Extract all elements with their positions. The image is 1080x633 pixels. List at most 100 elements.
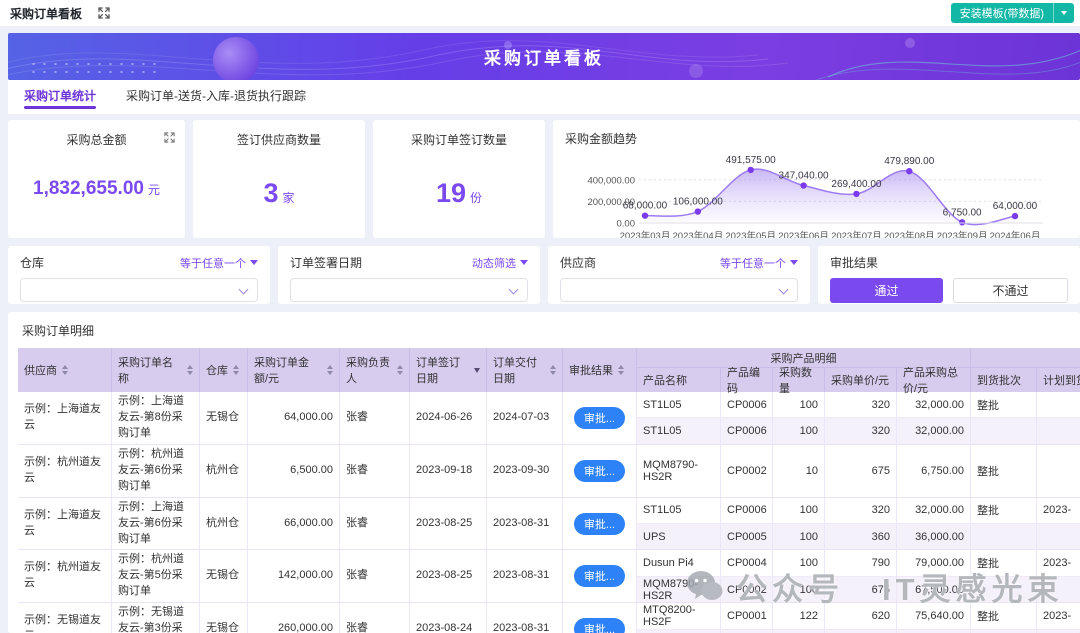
order-sign-date-select[interactable] [290,278,528,302]
purchase-amount-trend-chart: 0.00200,000.00400,000.0068,000.002023年03… [553,147,1072,238]
filter-mode-dropdown[interactable]: 动态筛选 [472,255,528,271]
filter-approval-result: 审批结果 通过 不通过 [818,246,1080,304]
col-purchase-owner-header: 采购负责人 [340,348,410,392]
col-purchase-qty-cell: 100 [773,392,825,417]
filters-row: 仓库 等于任意一个 订单签署日期 动态筛选 供应商 等于任意一个 审批结果 [8,246,1080,304]
table-row: 示例：上海道友云示例：上海道友云-第8份采购订单无锡仓64,000.00张睿20… [18,392,1080,445]
filter-mode-dropdown[interactable]: 等于任意一个 [180,255,258,271]
chevron-down-icon [1061,11,1067,15]
col-product-total-price-cell: 32,000.00 [897,498,971,523]
tab-execution-tracking[interactable]: 采购订单-送货-入库-退货执行跟踪 [126,87,306,114]
chevron-down-icon [239,285,249,295]
chevron-down-icon [520,260,528,265]
col-arrival-batch-cell: 整批 [971,550,1037,575]
sign-date-cell: 2023-09-18 [410,445,487,497]
col-product-total-price-cell: 75,640.00 [897,603,971,628]
install-dropdown-toggle[interactable] [1054,11,1074,15]
owner-cell: 张睿 [340,550,410,602]
sort-up-arrow [397,365,403,369]
sort-down-arrow [474,368,480,373]
approve-button[interactable]: 审批... [574,565,625,587]
chevron-down-icon [250,260,258,265]
approve-button[interactable]: 审批... [574,460,625,482]
filter-mode-dropdown[interactable]: 等于任意一个 [720,255,798,271]
col-product-name-cell: ST1L05 [637,392,721,417]
tab-order-stats[interactable]: 采购订单统计 [24,87,96,114]
col-planned-arrival-date-cell [1037,577,1080,602]
svg-text:269,400.00: 269,400.00 [831,179,881,190]
col-product-code-cell: CP0006 [721,498,773,523]
expand-icon[interactable] [98,7,110,19]
sort-icon[interactable] [187,365,193,375]
window-title: 采购订单看板 [10,5,82,22]
order-name-cell: 示例：无锡道友云-第3份采购订单 [112,603,200,633]
col-product-name-cell: MQM8790-HS2R [637,445,721,497]
filter-supplier: 供应商 等于任意一个 [548,246,810,304]
col-unit-price-cell: 360 [825,524,897,549]
table-header: 供应商采购订单名称仓库采购订单金额/元采购负责人订单签订日期订单交付日期审批结果… [18,348,1080,392]
sort-icon[interactable] [397,365,403,375]
supplier-cell: 示例：杭州道友云 [18,445,112,497]
filter-label: 仓库 [20,254,44,271]
col-purchase-qty-cell: 253 [773,630,825,633]
sort-icon[interactable] [550,365,556,375]
owner-cell: 张睿 [340,603,410,633]
col-planned-arrival-date-cell [1037,524,1080,549]
col-planned-arrival-date-header: 计划到货日期 [1037,368,1080,392]
product-row: Dusun Pi4CP000410079079,000.00整批2023- [637,550,1080,575]
supplier-select[interactable] [560,278,798,302]
stat-card-total-amount: 采购总金额 1,832,655.00元 [8,120,185,238]
sort-icon[interactable] [327,365,333,375]
owner-cell: 张睿 [340,445,410,497]
sort-down-arrow [618,371,624,375]
table-row: 示例：无锡道友云示例：无锡道友云-第3份采购订单无锡仓260,000.00张睿2… [18,603,1080,633]
warehouse-cell: 无锡仓 [200,550,248,602]
product-rows: MQM8790-HS2RCP0002106756,750.00整批 [637,445,1080,497]
col-product-code-cell: CP0002 [721,577,773,602]
col-unit-price-cell: 320 [825,392,897,417]
approval-fail-button[interactable]: 不通过 [953,278,1068,303]
install-template-button[interactable]: 安装模板(带数据) [951,3,1074,23]
product-row: MQM8790-HS2RCP000210067567,500.00 [637,576,1080,602]
stat-label: 采购订单签订数量 [373,120,545,148]
col-unit-price-cell: 790 [825,550,897,575]
col-product-code-cell: CP0006 [721,392,773,417]
sort-down-arrow [62,371,68,375]
col-order-name-header: 采购订单名称 [112,348,200,392]
sort-icon[interactable] [233,365,239,375]
approve-button[interactable]: 审批... [574,407,625,429]
approve-button[interactable]: 审批... [574,618,625,633]
approval-pass-button[interactable]: 通过 [830,278,943,303]
col-product-code-cell: CP0005 [721,524,773,549]
sort-icon[interactable] [474,368,480,373]
filter-warehouse: 仓库 等于任意一个 [8,246,270,304]
svg-text:0.00: 0.00 [617,219,636,230]
banner-title: 采购订单看板 [484,44,604,69]
column-label: 订单签订日期 [416,354,469,386]
col-product-name-cell: MTQ8200-HS2F [637,603,721,628]
svg-text:491,575.00: 491,575.00 [726,155,776,166]
col-purchase-qty-cell: 122 [773,603,825,628]
stat-value: 1,832,655.00元 [8,178,185,200]
product-rows: Dusun Pi4CP000410079079,000.00整批2023-MQM… [637,550,1080,602]
supplier-cell: 示例：上海道友云 [18,392,112,444]
col-arrival-batch-cell [971,630,1037,633]
sort-icon[interactable] [62,365,68,375]
col-planned-arrival-date-cell [1037,630,1080,633]
order-amount-cell: 260,000.00 [248,603,340,633]
approve-button[interactable]: 审批... [574,513,625,535]
col-planned-arrival-date-cell: 2023- [1037,603,1080,628]
sort-icon[interactable] [618,365,624,375]
card-expand-icon[interactable] [164,130,175,148]
col-product-code-cell: CP0004 [721,550,773,575]
stat-cards-row: 采购总金额 1,832,655.00元 签订供应商数量 3家 采购订单签订数量 [8,120,1080,238]
stat-card-supplier-count: 签订供应商数量 3家 [193,120,365,238]
col-unit-price-cell: 675 [825,445,897,497]
sort-up-arrow [187,365,193,369]
filter-label: 供应商 [560,254,596,271]
col-unit-price-cell: 320 [825,498,897,523]
warehouse-select[interactable] [20,278,258,302]
col-purchase-qty-cell: 10 [773,445,825,497]
col-unit-price-header: 采购单价/元 [825,368,897,392]
banner-dot-pattern [28,60,158,76]
